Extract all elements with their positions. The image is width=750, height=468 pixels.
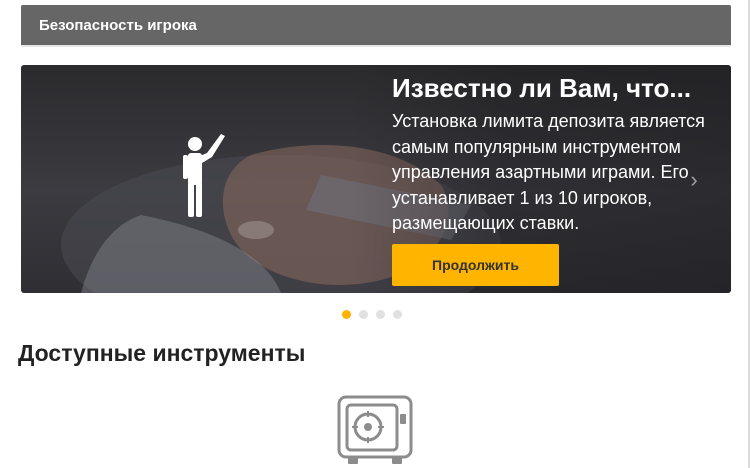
carousel-dot-2[interactable]: [359, 310, 368, 319]
carousel-pagination: [342, 310, 402, 319]
carousel-dot-3[interactable]: [376, 310, 385, 319]
safe-icon[interactable]: [336, 394, 414, 468]
info-carousel-slide: Известно ли Вам, что... Установка лимита…: [21, 65, 731, 293]
banner-title: Известно ли Вам, что...: [392, 73, 692, 103]
player-safety-header[interactable]: Безопасность игрока: [21, 5, 731, 47]
chevron-right-icon[interactable]: ›: [683, 165, 705, 195]
available-tools-title: Доступные инструменты: [18, 340, 306, 366]
person-raising-hand-icon: [183, 134, 225, 217]
header-title: Безопасность игрока: [39, 16, 197, 34]
carousel-dot-1[interactable]: [342, 310, 351, 319]
continue-button[interactable]: Продолжить: [392, 244, 559, 286]
carousel-dot-4[interactable]: [393, 310, 402, 319]
banner-text: Установка лимита депозита является самым…: [392, 111, 705, 233]
